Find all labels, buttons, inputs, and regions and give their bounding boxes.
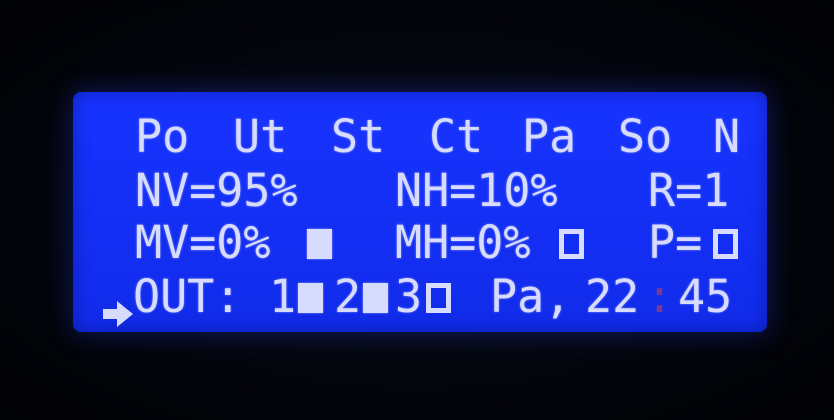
- menu-item-po[interactable]: Po: [135, 110, 189, 164]
- day-label: Pa,: [490, 270, 572, 323]
- device-frame: Po Ut St Ct Pa So N NV=95% NH=10% R=1 MV…: [0, 0, 834, 420]
- out-3-label: 3: [395, 270, 423, 323]
- mh-value: MH=0%: [395, 216, 531, 269]
- menu-item-ct[interactable]: Ct: [429, 110, 483, 164]
- filled-square-icon: [307, 229, 332, 259]
- p-value: P=: [648, 216, 703, 269]
- menu-item-pa[interactable]: Pa: [522, 110, 576, 164]
- nv-value: NV=95%: [135, 164, 298, 217]
- menu-item-so[interactable]: So: [618, 110, 672, 164]
- menu-item-ut[interactable]: Ut: [233, 110, 287, 164]
- out-1-label: 1: [269, 270, 297, 323]
- mv-value: MV=0%: [135, 216, 271, 269]
- menu-item-n[interactable]: N: [713, 110, 740, 164]
- out-label: OUT:: [133, 270, 242, 323]
- filled-square-icon: [363, 283, 388, 313]
- lcd-display: Po Ut St Ct Pa So N NV=95% NH=10% R=1 MV…: [73, 92, 767, 332]
- hollow-square-icon: [559, 229, 584, 259]
- hollow-square-icon: [426, 283, 451, 313]
- menu-item-st[interactable]: St: [331, 110, 385, 164]
- out-2-label: 2: [334, 270, 362, 323]
- arrow-right-icon: [103, 285, 133, 339]
- clock-minute: 45: [678, 270, 733, 323]
- nh-value: NH=10%: [395, 164, 558, 217]
- hollow-square-icon: [713, 229, 738, 259]
- clock-hour: 22: [585, 270, 640, 323]
- r-value: R=1: [648, 164, 730, 217]
- filled-square-icon: [298, 283, 323, 313]
- clock-colon: :: [646, 270, 674, 323]
